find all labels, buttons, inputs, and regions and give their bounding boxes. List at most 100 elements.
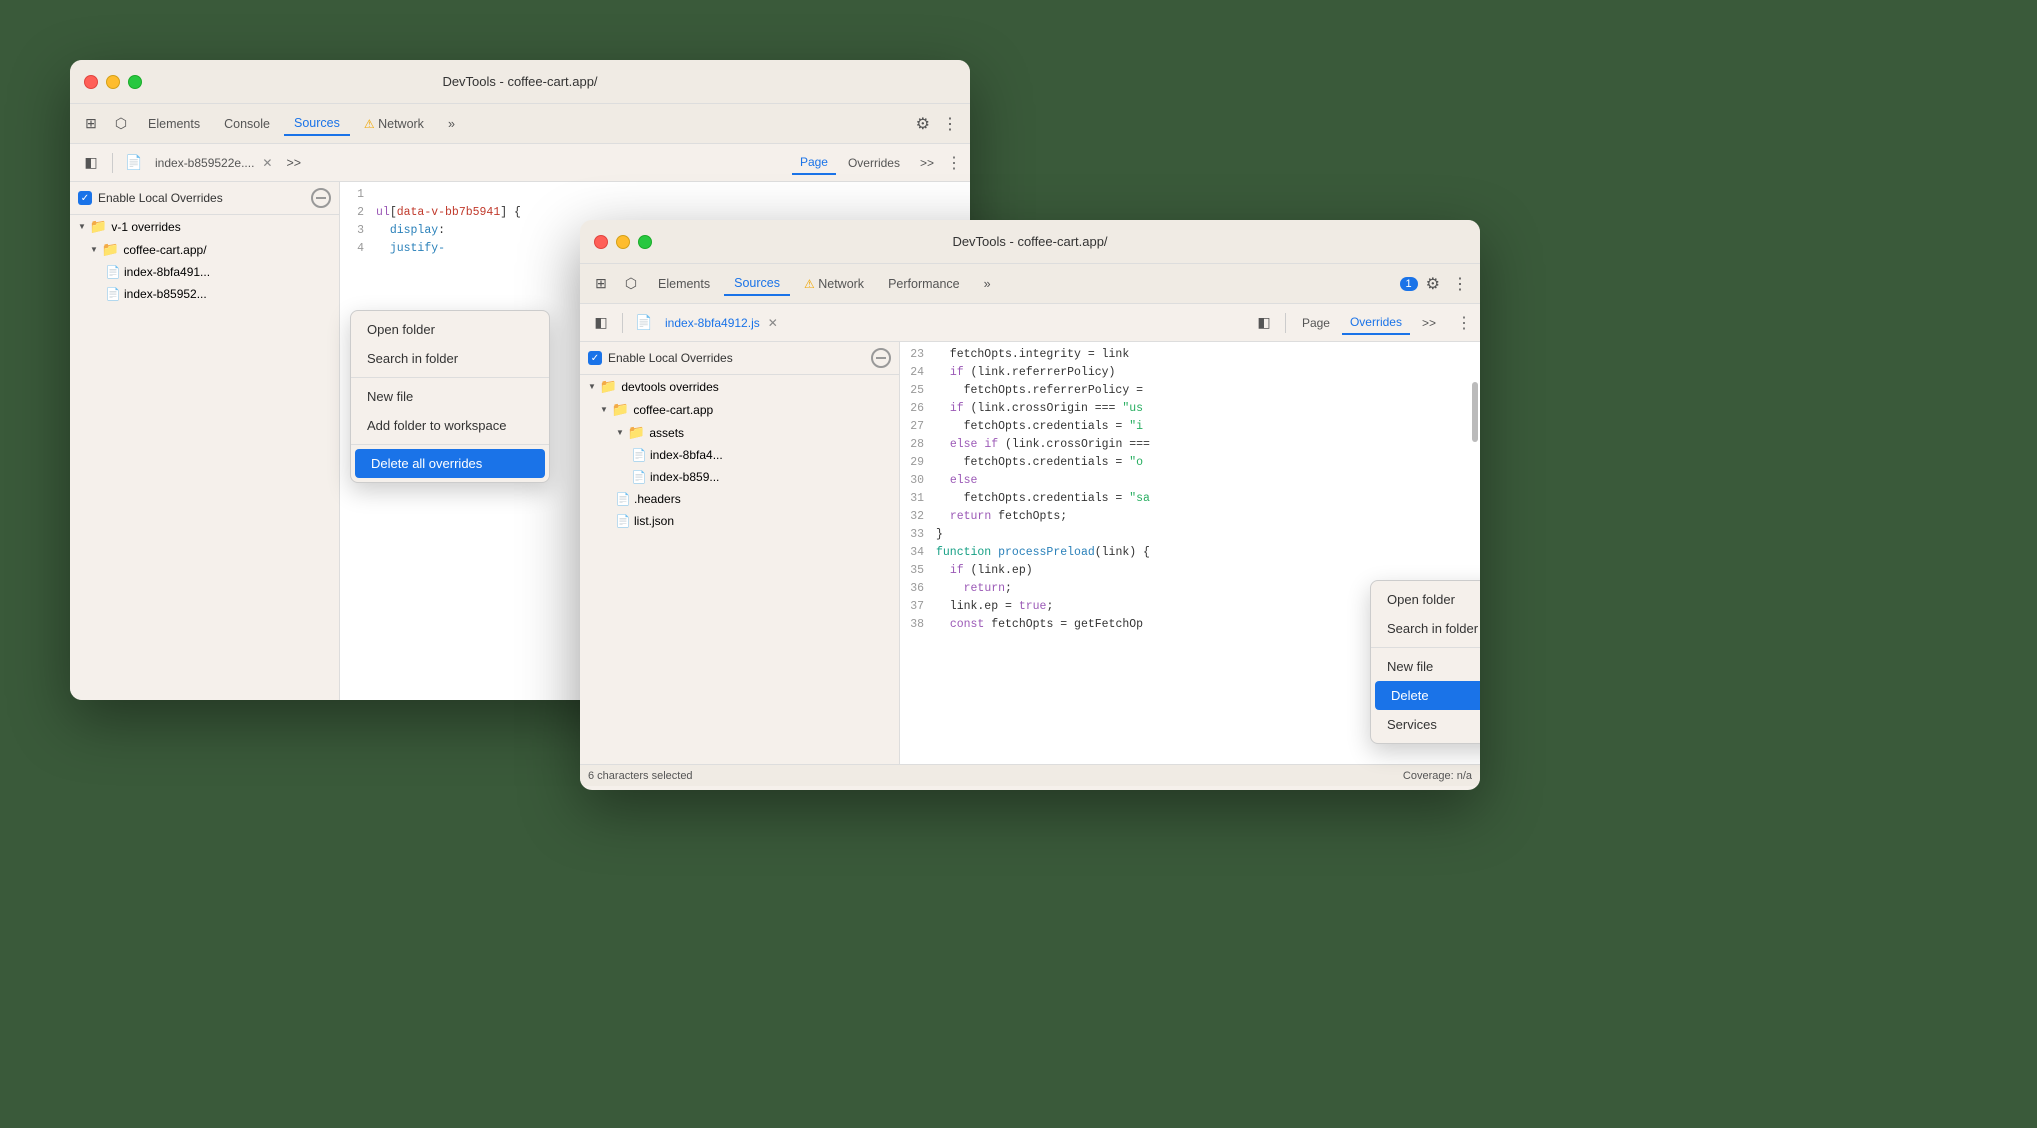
code-line-33-front: 33 } bbox=[900, 526, 1480, 544]
code-line-34-front: 34 function processPreload(link) { bbox=[900, 544, 1480, 562]
enable-overrides-checkbox-front[interactable] bbox=[588, 351, 602, 365]
tree-listjson-front[interactable]: 📄 list.json bbox=[580, 510, 899, 532]
code-tab-label-front[interactable]: index-8bfa4912.js bbox=[661, 316, 764, 330]
enable-overrides-label-front: Enable Local Overrides bbox=[608, 351, 865, 365]
folder-icon-root-front: 📁 bbox=[600, 378, 617, 395]
sidebar-toggle-front[interactable]: ◧ bbox=[588, 310, 614, 336]
tab-more-front[interactable]: » bbox=[974, 273, 1001, 295]
more-options-icon-front[interactable]: ⋮ bbox=[1448, 270, 1472, 298]
ctx-sep-2-back bbox=[351, 444, 549, 445]
file-tab-icon-back[interactable]: 📄 bbox=[121, 150, 147, 176]
folder-icon-root-back: 📁 bbox=[90, 218, 107, 235]
toolbar-page-front[interactable]: Page bbox=[1294, 312, 1338, 334]
close-button-front[interactable] bbox=[594, 235, 608, 249]
window-title-front: DevTools - coffee-cart.app/ bbox=[952, 234, 1107, 249]
tab-elements-back[interactable]: Elements bbox=[138, 113, 210, 135]
tree-headers-front[interactable]: 📄 .headers bbox=[580, 488, 899, 510]
tree-root-front[interactable]: ▼ 📁 devtools overrides bbox=[580, 375, 899, 398]
file-icon-1-front: 📄 bbox=[632, 447, 646, 463]
toolbar-page-back[interactable]: Page bbox=[792, 151, 836, 175]
tree-file-2-front[interactable]: 📄 index-b859... bbox=[580, 466, 899, 488]
tab-network-back[interactable]: ⚠ Network bbox=[354, 113, 434, 135]
minimize-button-front[interactable] bbox=[616, 235, 630, 249]
tab-bar-front: ⊞ ⬡ Elements Sources ⚠ Network Performan… bbox=[580, 264, 1480, 304]
file-tab-icon-front[interactable]: 📄 bbox=[631, 310, 657, 336]
file-icon-headers-front: 📄 bbox=[616, 491, 630, 507]
inspector-icon[interactable]: ⊞ bbox=[78, 111, 104, 137]
ctx-search-folder-back[interactable]: Search in folder bbox=[351, 344, 549, 373]
tree-triangle-assets-front: ▼ bbox=[616, 428, 624, 437]
more-tabs-icon-front[interactable]: ◧ bbox=[1251, 310, 1277, 336]
maximize-button-front[interactable] bbox=[638, 235, 652, 249]
toolbar-sep-1-front bbox=[622, 313, 623, 333]
toolbar-overrides-back[interactable]: Overrides bbox=[840, 152, 908, 174]
scroll-indicator-front[interactable] bbox=[1472, 382, 1478, 442]
close-tab-back[interactable]: ✕ bbox=[262, 156, 272, 170]
device-icon-front[interactable]: ⬡ bbox=[618, 271, 644, 297]
ctx-add-folder-back[interactable]: Add folder to workspace bbox=[351, 411, 549, 440]
tab-elements-front[interactable]: Elements bbox=[648, 273, 720, 295]
ctx-services-front[interactable]: Services › bbox=[1371, 710, 1480, 739]
more-menu-back[interactable]: ⋮ bbox=[946, 153, 962, 173]
context-menu-front: Open folder Search in folder New file De… bbox=[1370, 580, 1480, 744]
ctx-delete-overrides-back[interactable]: Delete all overrides bbox=[355, 449, 545, 478]
tree-listjson-label-front: list.json bbox=[634, 514, 674, 528]
code-line-1-back: 1 bbox=[340, 186, 970, 204]
title-bar-back: DevTools - coffee-cart.app/ bbox=[70, 60, 970, 104]
tree-root-back[interactable]: ▼ 📁 v-1 overrides bbox=[70, 215, 339, 238]
tree-file-1-front[interactable]: 📄 index-8bfa4... bbox=[580, 444, 899, 466]
close-button-back[interactable] bbox=[84, 75, 98, 89]
sidebar-front: Enable Local Overrides ▼ 📁 devtools over… bbox=[580, 342, 900, 764]
clear-overrides-icon-back[interactable] bbox=[311, 188, 331, 208]
context-menu-back: Open folder Search in folder New file Ad… bbox=[350, 310, 550, 483]
close-tab-front[interactable]: ✕ bbox=[768, 316, 778, 330]
inspector-icon-front[interactable]: ⊞ bbox=[588, 271, 614, 297]
toolbar-more-front[interactable]: >> bbox=[1414, 312, 1444, 334]
tree-root-label-back: v-1 overrides bbox=[111, 220, 180, 234]
minimize-button-back[interactable] bbox=[106, 75, 120, 89]
ctx-open-folder-front[interactable]: Open folder bbox=[1371, 585, 1480, 614]
ctx-open-folder-back[interactable]: Open folder bbox=[351, 315, 549, 344]
traffic-lights-back bbox=[84, 75, 142, 89]
more-tabs-back[interactable]: >> bbox=[276, 152, 311, 174]
file-icon-2-back: 📄 bbox=[106, 286, 120, 302]
tree-file-1-label-front: index-8bfa4... bbox=[650, 448, 723, 462]
status-bar-front: 6 characters selected Coverage: n/a bbox=[580, 764, 1480, 786]
enable-overrides-checkbox-back[interactable] bbox=[78, 191, 92, 205]
tree-coffee-label-front: coffee-cart.app bbox=[633, 403, 713, 417]
ctx-new-file-front[interactable]: New file bbox=[1371, 652, 1480, 681]
status-coverage-front: Coverage: n/a bbox=[1403, 770, 1472, 782]
tab-sources-front[interactable]: Sources bbox=[724, 272, 790, 296]
settings-icon-back[interactable]: ⚙ bbox=[912, 110, 934, 138]
code-line-25-front: 25 fetchOpts.referrerPolicy = bbox=[900, 382, 1480, 400]
more-menu-front[interactable]: ⋮ bbox=[1456, 313, 1472, 333]
tree-assets-front[interactable]: ▼ 📁 assets bbox=[580, 421, 899, 444]
toolbar-more-back[interactable]: >> bbox=[912, 152, 942, 174]
ctx-new-file-back[interactable]: New file bbox=[351, 382, 549, 411]
tree-folder-coffee-back[interactable]: ▼ 📁 coffee-cart.app/ bbox=[70, 238, 339, 261]
clear-overrides-icon-front[interactable] bbox=[871, 348, 891, 368]
sidebar-back: Enable Local Overrides ▼ 📁 v-1 overrides… bbox=[70, 182, 340, 700]
tree-file-1-back[interactable]: 📄 index-8bfa491... bbox=[70, 261, 339, 283]
sidebar-toggle-back[interactable]: ◧ bbox=[78, 150, 104, 176]
ctx-delete-front[interactable]: Delete bbox=[1375, 681, 1480, 710]
tab-more-back[interactable]: » bbox=[438, 113, 465, 135]
status-chars-front: 6 characters selected bbox=[588, 770, 693, 782]
toolbar-overrides-front[interactable]: Overrides bbox=[1342, 311, 1410, 335]
ctx-search-folder-front[interactable]: Search in folder bbox=[1371, 614, 1480, 643]
settings-icon-front[interactable]: ⚙ bbox=[1422, 270, 1444, 298]
code-tab-label-back[interactable]: index-b859522e.... bbox=[151, 156, 258, 170]
tab-sources-back[interactable]: Sources bbox=[284, 112, 350, 136]
device-icon[interactable]: ⬡ bbox=[108, 111, 134, 137]
tab-network-front[interactable]: ⚠ Network bbox=[794, 273, 874, 295]
tree-coffee-label-back: coffee-cart.app/ bbox=[123, 243, 206, 257]
tree-file-2-back[interactable]: 📄 index-b85952... bbox=[70, 283, 339, 305]
maximize-button-back[interactable] bbox=[128, 75, 142, 89]
tab-performance-front[interactable]: Performance bbox=[878, 273, 970, 295]
toolbar-front: ◧ 📄 index-8bfa4912.js ✕ ◧ Page Overrides… bbox=[580, 304, 1480, 342]
more-options-icon-back[interactable]: ⋮ bbox=[938, 110, 962, 138]
tab-console-back[interactable]: Console bbox=[214, 113, 280, 135]
toolbar-back: ◧ 📄 index-b859522e.... ✕ >> Page Overrid… bbox=[70, 144, 970, 182]
tree-file-1-label-back: index-8bfa491... bbox=[124, 265, 210, 279]
tree-coffee-front[interactable]: ▼ 📁 coffee-cart.app bbox=[580, 398, 899, 421]
